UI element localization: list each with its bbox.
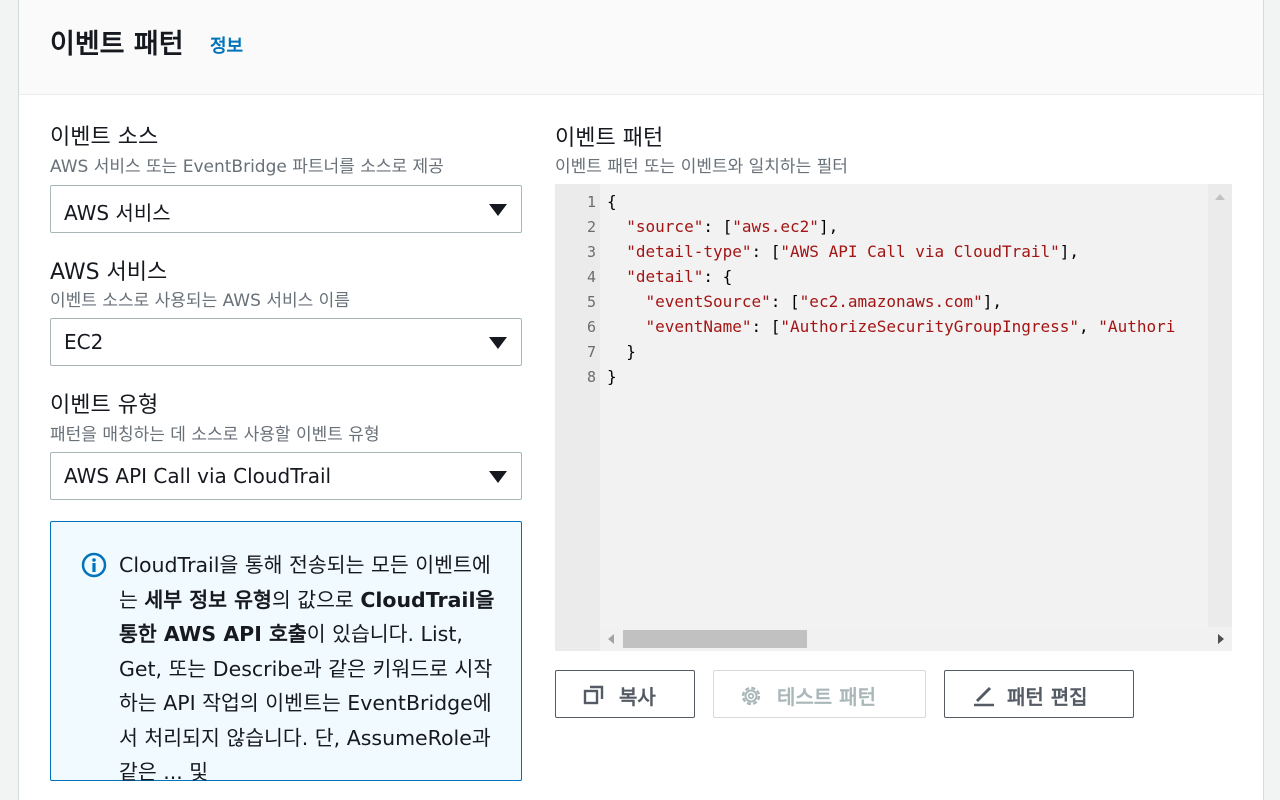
code-line: { [607, 192, 617, 211]
pattern-label: 이벤트 패턴 [555, 126, 664, 151]
copy-button[interactable]: 복사 [555, 670, 695, 718]
vertical-scrollbar[interactable] [1208, 184, 1232, 627]
test-pattern-button[interactable]: 테스트 패턴 [713, 670, 926, 718]
info-icon [81, 552, 107, 582]
line-number: 7 [586, 343, 596, 361]
alert-text: CloudTrail을 통해 전송되는 모든 이벤트에는 세부 정보 유형의 값… [119, 548, 499, 790]
edit-pattern-button[interactable]: 패턴 편집 [944, 670, 1134, 718]
event-type-select[interactable]: AWS API Call via CloudTrail [50, 452, 522, 500]
code-token: "Authori [1098, 317, 1176, 336]
code-token: "eventName" [645, 317, 752, 336]
event-type-label: 이벤트 유형 [50, 393, 159, 418]
pattern-description: 이벤트 패턴 또는 이벤트와 일치하는 필터 [555, 157, 848, 177]
line-number: 1 [586, 193, 596, 211]
line-number-gutter: 1 2 3 4 5 6 7 8 [555, 184, 600, 651]
copy-button-label: 복사 [619, 685, 656, 709]
code-token: "AWS API Call via CloudTrail" [780, 242, 1060, 261]
horizontal-scrollbar[interactable] [600, 627, 1232, 651]
caret-down-icon [489, 337, 507, 349]
code-token: "aws.ec2" [732, 217, 819, 236]
pattern-code-editor[interactable]: 1 2 3 4 5 6 7 8 { "source": ["aws.ec2"],… [555, 184, 1232, 651]
line-number: 2 [586, 218, 596, 236]
caret-down-icon [489, 204, 507, 216]
code-line: } [607, 342, 636, 361]
event-source-description: AWS 서비스 또는 EventBridge 파트너를 소스로 제공 [50, 157, 444, 177]
line-number: 5 [586, 293, 596, 311]
code-line: "eventSource": ["ec2.amazonaws.com"], [645, 292, 1002, 311]
info-alert: CloudTrail을 통해 전송되는 모든 이벤트에는 세부 정보 유형의 값… [50, 521, 522, 784]
test-pattern-label: 테스트 패턴 [777, 685, 876, 709]
code-token: "source" [626, 217, 704, 236]
alert-text-bold: 세부 정보 유형 [144, 587, 272, 612]
scroll-left-icon[interactable] [608, 634, 614, 644]
aws-service-select[interactable]: EC2 [50, 318, 522, 366]
code-token: "detail" [626, 267, 704, 286]
event-source-value: AWS 서비스 [64, 201, 171, 225]
aws-service-description: 이벤트 소스로 사용되는 AWS 서비스 이름 [50, 291, 350, 311]
panel-title: 이벤트 패턴 [50, 29, 184, 60]
event-pattern-panel: 이벤트 패턴 정보 이벤트 소스 AWS 서비스 또는 EventBridge … [18, 0, 1264, 800]
aws-service-label: AWS 서비스 [50, 260, 168, 285]
copy-icon [583, 684, 605, 711]
event-source-select[interactable]: AWS 서비스 [50, 185, 522, 233]
line-number: 3 [586, 243, 596, 261]
code-line: "detail": { [626, 267, 733, 286]
scrollbar-thumb[interactable] [623, 630, 807, 648]
pencil-icon [972, 684, 996, 713]
code-line: "eventName": ["AuthorizeSecurityGroupIng… [645, 317, 1176, 336]
alert-text-part: 의 값으로 [271, 587, 361, 612]
aws-service-value: EC2 [64, 330, 104, 354]
line-number: 4 [586, 268, 596, 286]
code-token: "detail-type" [626, 242, 752, 261]
code-token: "AuthorizeSecurityGroupIngress" [780, 317, 1080, 336]
caret-down-icon [489, 471, 507, 483]
code-line: } [607, 367, 617, 386]
code-area[interactable]: { "source": ["aws.ec2"], "detail-type": … [600, 184, 1208, 627]
panel-header: 이벤트 패턴 정보 [19, 0, 1263, 95]
scroll-up-icon[interactable] [1215, 194, 1225, 200]
code-token: "eventSource" [645, 292, 771, 311]
event-source-label: 이벤트 소스 [50, 125, 159, 150]
line-number: 6 [586, 318, 596, 336]
event-type-description: 패턴을 매칭하는 데 소스로 사용할 이벤트 유형 [50, 425, 380, 445]
code-line: "source": ["aws.ec2"], [626, 217, 839, 236]
info-link[interactable]: 정보 [210, 32, 243, 58]
alert-text-part: 이 있습니다. List, Get, 또는 Describe과 같은 키워드로 … [119, 622, 493, 784]
gear-icon [739, 684, 763, 713]
edit-pattern-label: 패턴 편집 [1007, 685, 1088, 709]
code-line: "detail-type": ["AWS API Call via CloudT… [626, 242, 1080, 261]
event-type-value: AWS API Call via CloudTrail [64, 464, 332, 488]
line-number: 8 [586, 368, 596, 386]
code-token: "ec2.amazonaws.com" [799, 292, 983, 311]
scroll-right-icon[interactable] [1218, 634, 1224, 644]
